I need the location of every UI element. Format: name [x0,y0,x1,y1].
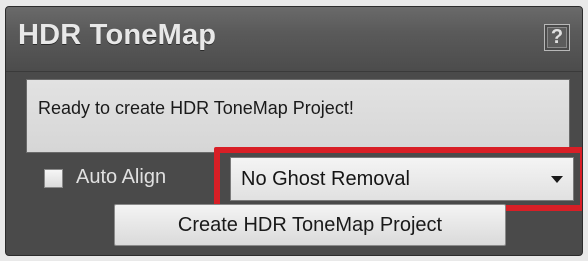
ghost-removal-dropdown[interactable]: No Ghost Removal [230,157,574,201]
help-icon[interactable]: ? [544,24,570,51]
auto-align-label[interactable]: Auto Align [76,166,166,189]
status-message: Ready to create HDR ToneMap Project! [38,98,354,118]
ghost-removal-selected-value: No Ghost Removal [241,168,410,190]
status-message-box: Ready to create HDR ToneMap Project! [26,79,570,153]
panel-title: HDR ToneMap [18,19,217,51]
panel-title-bar: HDR ToneMap ? [6,7,582,72]
chevron-down-icon[interactable] [551,176,563,183]
auto-align-checkbox[interactable] [44,169,63,188]
hdr-tonemap-panel: HDR ToneMap ? Ready to create HDR ToneMa… [5,6,583,256]
create-project-button[interactable]: Create HDR ToneMap Project [114,204,506,246]
